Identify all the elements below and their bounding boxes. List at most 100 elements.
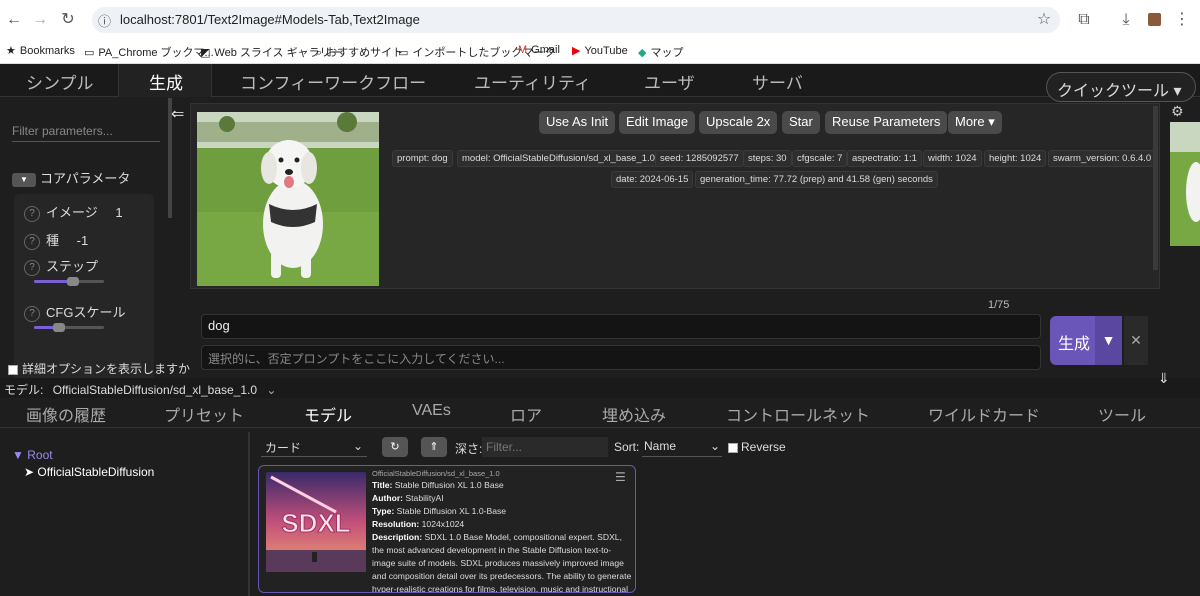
chevron-down-icon[interactable]: ⌄ — [266, 383, 276, 397]
history-thumbnail[interactable] — [1170, 122, 1200, 246]
expand-bottom-panel-icon[interactable]: ⇓ — [1158, 370, 1170, 387]
bookmark-item[interactable]: ★ Bookmarks — [6, 44, 75, 57]
image-area-scrollbar[interactable] — [1153, 106, 1158, 270]
meta-cfgscale: cfgscale: 7 — [792, 150, 848, 167]
negative-prompt-input[interactable]: 選択的に、否定プロンプトをここに入力してください... — [201, 345, 1041, 370]
quick-tools-dropdown[interactable]: クイックツール ▾ — [1046, 72, 1196, 102]
url-text: localhost:7801/Text2Image#Models-Tab,Tex… — [120, 12, 420, 27]
model-select[interactable]: OfficialStableDiffusion/sd_xl_base_1.0 — [53, 383, 257, 397]
maps-icon: ◆ — [638, 47, 647, 59]
extensions-icon[interactable]: ⧉ — [1074, 10, 1094, 30]
up-folder-icon[interactable]: ⇑ — [421, 437, 447, 457]
reload-icon[interactable]: ↻ — [58, 10, 78, 30]
model-author: Author: StabilityAI — [372, 493, 444, 503]
advanced-options-checkbox[interactable]: 詳細オプションを表示しますか？ — [8, 360, 202, 377]
meta-swarm-version: swarm_version: 0.6.4.0 — [1048, 150, 1157, 167]
filter-parameters-input[interactable] — [12, 120, 160, 142]
tree-divider[interactable] — [248, 432, 250, 596]
star-bookmark-icon[interactable]: ☆ — [1034, 10, 1054, 30]
model-folder-tree: ▼ Root ➤ OfficialStableDiffusion — [0, 432, 248, 596]
gear-icon[interactable]: ⚙ — [1171, 103, 1184, 120]
tab-models[interactable]: モデル — [304, 402, 352, 426]
gmail-icon: M — [518, 44, 528, 56]
address-bar[interactable]: ⓘ localhost:7801/Text2Image#Models-Tab,T… — [92, 7, 1060, 33]
profile-avatar[interactable] — [1148, 13, 1161, 26]
tab-vaes[interactable]: VAEs — [412, 402, 451, 420]
bookmark-item[interactable]: ◆ マップ — [638, 44, 683, 60]
upscale-button[interactable]: Upscale 2x — [699, 111, 778, 134]
edit-image-button[interactable]: Edit Image — [619, 111, 696, 134]
tab-controlnet[interactable]: コントロールネット — [726, 402, 870, 426]
checkbox-icon[interactable] — [8, 364, 18, 375]
model-filter-input[interactable] — [482, 437, 608, 457]
tree-item-official-sd[interactable]: ➤ OfficialStableDiffusion — [24, 465, 154, 479]
more-button[interactable]: More ▾ — [948, 111, 1002, 134]
steps-slider-thumb[interactable] — [67, 277, 79, 286]
meta-prompt: prompt: dog — [392, 150, 453, 167]
sort-select[interactable]: Name ⌄ — [642, 437, 722, 457]
steps-slider[interactable] — [34, 277, 104, 286]
tab-simple[interactable]: シンプル — [26, 69, 94, 94]
meta-width: width: 1024 — [923, 150, 982, 167]
view-mode-select[interactable]: カード ⌄ — [261, 437, 367, 457]
param-steps: ? ステップ — [24, 256, 98, 276]
tree-root[interactable]: ▼ Root — [12, 448, 53, 462]
bookmark-item[interactable]: ▶ YouTube — [572, 44, 628, 57]
youtube-icon: ▶ — [572, 45, 581, 57]
tab-lora[interactable]: ロア — [510, 402, 542, 426]
meta-aspectratio: aspectratio: 1:1 — [847, 150, 922, 167]
cancel-generation-icon[interactable]: ✕ — [1124, 316, 1148, 365]
tab-presets[interactable]: プリセット — [164, 402, 244, 426]
download-icon[interactable]: ⤓ — [1116, 10, 1136, 30]
cfg-slider[interactable] — [34, 323, 104, 332]
param-seed-value[interactable]: -1 — [77, 233, 89, 248]
tab-embeddings[interactable]: 埋め込み — [602, 402, 666, 426]
chevron-down-icon: ⌄ — [709, 439, 720, 453]
model-title: Title: Stable Diffusion XL 1.0 Base — [372, 480, 504, 490]
generate-options-chevron-icon[interactable]: ▼ — [1095, 316, 1122, 365]
collapse-left-panel-icon[interactable]: ⇐ — [171, 104, 184, 124]
tab-user[interactable]: ユーザ — [644, 69, 695, 94]
bookmark-item[interactable]: M Gmail — [518, 44, 560, 56]
sdxl-thumbnail-image: SDXL — [266, 472, 366, 572]
meta-height: height: 1024 — [984, 150, 1047, 167]
menu-kebab-icon[interactable]: ⋮ — [1172, 10, 1192, 30]
card-menu-icon[interactable]: ☰ — [615, 470, 626, 484]
reverse-checkbox[interactable]: Reverse — [728, 440, 786, 454]
reuse-parameters-button[interactable]: Reuse Parameters — [825, 111, 948, 134]
forward-icon[interactable]: → — [30, 10, 50, 30]
tab-comfy-workflow[interactable]: コンフィーワークフロー — [240, 69, 426, 94]
tab-generate[interactable]: 生成 — [149, 69, 183, 94]
parameter-panel: ▼コアパラメータ ?イメージ 1 ?種 -1 ?ステップ ?CFGスケール — [0, 98, 168, 424]
prompt-input[interactable]: dog — [201, 314, 1041, 339]
bookmark-item[interactable]: ▭ PA_Chrome ブックマ... — [84, 44, 214, 60]
tab-tools[interactable]: ツール — [1098, 402, 1146, 426]
depth-label: 深さ: — [455, 442, 483, 456]
param-images-value[interactable]: 1 — [115, 205, 122, 220]
collapse-toggle-icon[interactable]: ▼ — [12, 172, 36, 187]
tab-server[interactable]: サーバ — [752, 69, 803, 94]
use-as-init-button[interactable]: Use As Init — [539, 111, 616, 134]
dog-photo — [197, 112, 379, 286]
help-icon[interactable]: ? — [24, 305, 40, 322]
bookmark-item[interactable]: ⌕ おすすめサイト — [316, 44, 403, 60]
tab-image-history[interactable]: 画像の履歴 — [26, 402, 106, 426]
help-icon[interactable]: ? — [24, 259, 40, 276]
back-icon[interactable]: ← — [4, 10, 24, 30]
help-icon[interactable]: ? — [24, 233, 40, 250]
site-info-icon[interactable]: ⓘ — [98, 11, 111, 30]
tab-utilities[interactable]: ユーティリティ — [474, 69, 591, 94]
help-icon[interactable]: ? — [24, 205, 40, 222]
star-button[interactable]: Star — [782, 111, 820, 134]
chevron-right-icon: ➤ — [24, 465, 35, 479]
refresh-icon[interactable]: ↻ — [382, 437, 408, 457]
tab-wildcards[interactable]: ワイルドカード — [928, 402, 1040, 426]
browser-toolbar: ← → ↻ ⓘ localhost:7801/Text2Image#Models… — [0, 0, 1200, 40]
core-params-header[interactable]: ▼ コアパラメータ — [12, 168, 130, 187]
cfg-slider-thumb[interactable] — [53, 323, 65, 332]
model-card[interactable]: SDXL OfficialStableDiffusion/sd_xl_base_… — [258, 465, 636, 593]
checkbox-icon[interactable] — [728, 442, 738, 453]
param-seed: ? 種 -1 — [24, 230, 88, 250]
sort-label: Sort: — [614, 440, 640, 454]
generated-image[interactable] — [197, 112, 379, 286]
